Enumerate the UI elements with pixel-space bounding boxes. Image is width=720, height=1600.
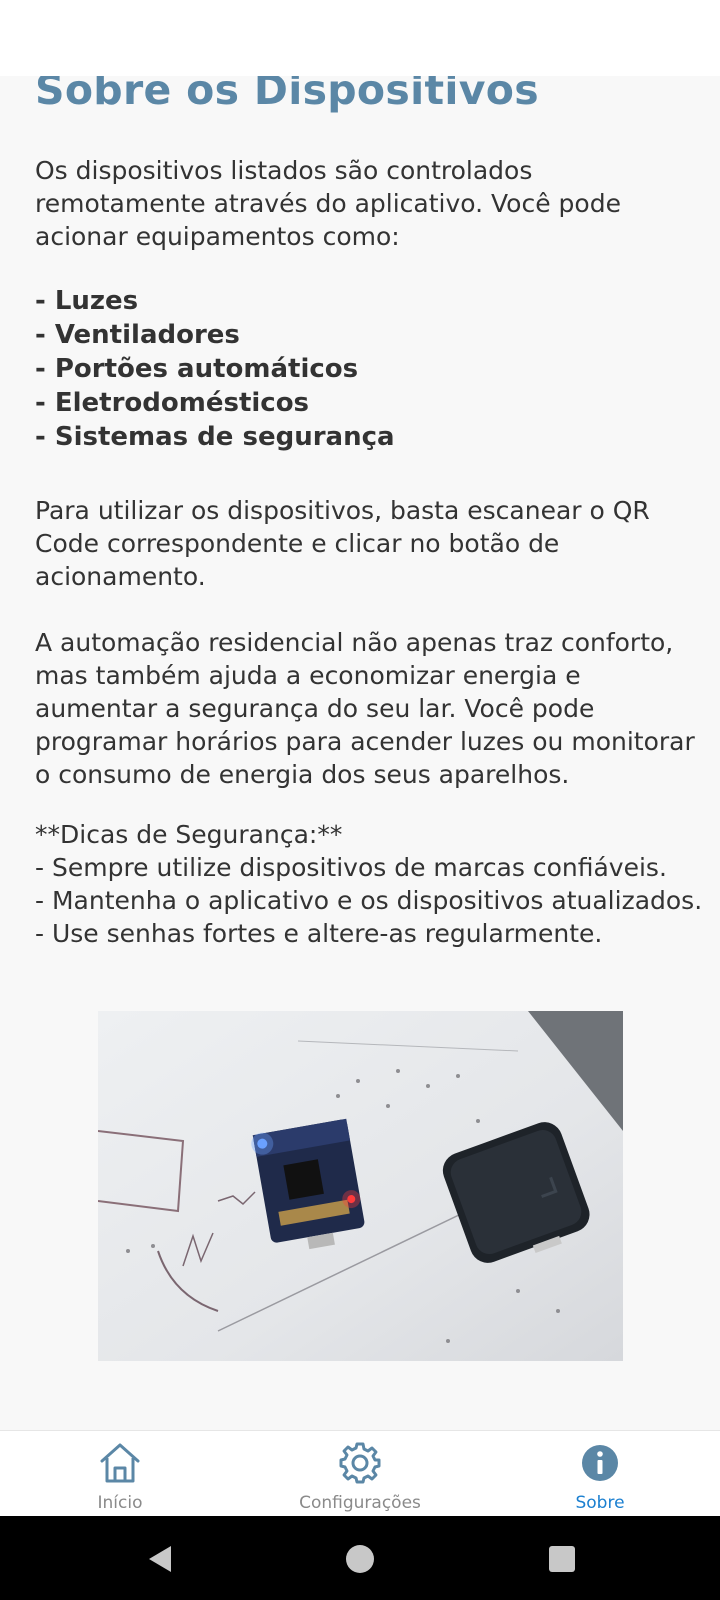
tip-item: - Sempre utilize dispositivos de marcas … bbox=[35, 853, 667, 882]
iot-devices-illustration bbox=[98, 1011, 623, 1361]
nav-tab-settings[interactable]: Configurações bbox=[260, 1431, 460, 1517]
recents-icon[interactable] bbox=[545, 1542, 579, 1576]
info-icon bbox=[582, 1445, 618, 1481]
device-item-gates: - Portões automáticos bbox=[35, 354, 359, 384]
tip-item: - Use senhas fortes e altere-as regularm… bbox=[35, 919, 603, 948]
tips-heading: **Dicas de Segurança:** bbox=[35, 820, 343, 849]
intro-paragraph: Os dispositivos listados são controlados… bbox=[35, 156, 621, 251]
gear-icon bbox=[339, 1442, 381, 1484]
devices-photo bbox=[98, 1011, 623, 1361]
device-item-appliances: - Eletrodomésticos bbox=[35, 388, 310, 418]
usage-paragraph: Para utilizar os dispositivos, basta esc… bbox=[35, 496, 650, 591]
nav-tab-about[interactable]: Sobre bbox=[500, 1431, 700, 1517]
device-list: - Luzes - Ventiladores - Portões automát… bbox=[35, 284, 395, 454]
device-item-security: - Sistemas de segurança bbox=[35, 422, 395, 452]
system-navigation-bar bbox=[0, 1516, 720, 1600]
security-tips: **Dicas de Segurança:** - Sempre utilize… bbox=[35, 818, 702, 950]
nav-label-about: Sobre bbox=[575, 1493, 625, 1513]
page-title: Sobre os Dispositivos bbox=[35, 76, 539, 114]
automation-paragraph: A automação residencial não apenas traz … bbox=[35, 628, 695, 789]
status-bar bbox=[0, 0, 720, 76]
home-icon bbox=[100, 1443, 140, 1483]
bottom-navigation: Início Configurações Sobre bbox=[0, 1430, 720, 1516]
tip-item: - Mantenha o aplicativo e os dispositivo… bbox=[35, 886, 703, 915]
device-item-lights: - Luzes bbox=[35, 286, 139, 316]
back-icon[interactable] bbox=[143, 1542, 177, 1576]
nav-tab-home[interactable]: Início bbox=[20, 1431, 220, 1517]
nav-label-settings: Configurações bbox=[299, 1493, 421, 1513]
about-content[interactable]: Sobre os Dispositivos Os dispositivos li… bbox=[0, 76, 720, 1430]
device-item-fans: - Ventiladores bbox=[35, 320, 240, 350]
home-circle-icon[interactable] bbox=[343, 1542, 377, 1576]
nav-label-home: Início bbox=[97, 1493, 143, 1513]
